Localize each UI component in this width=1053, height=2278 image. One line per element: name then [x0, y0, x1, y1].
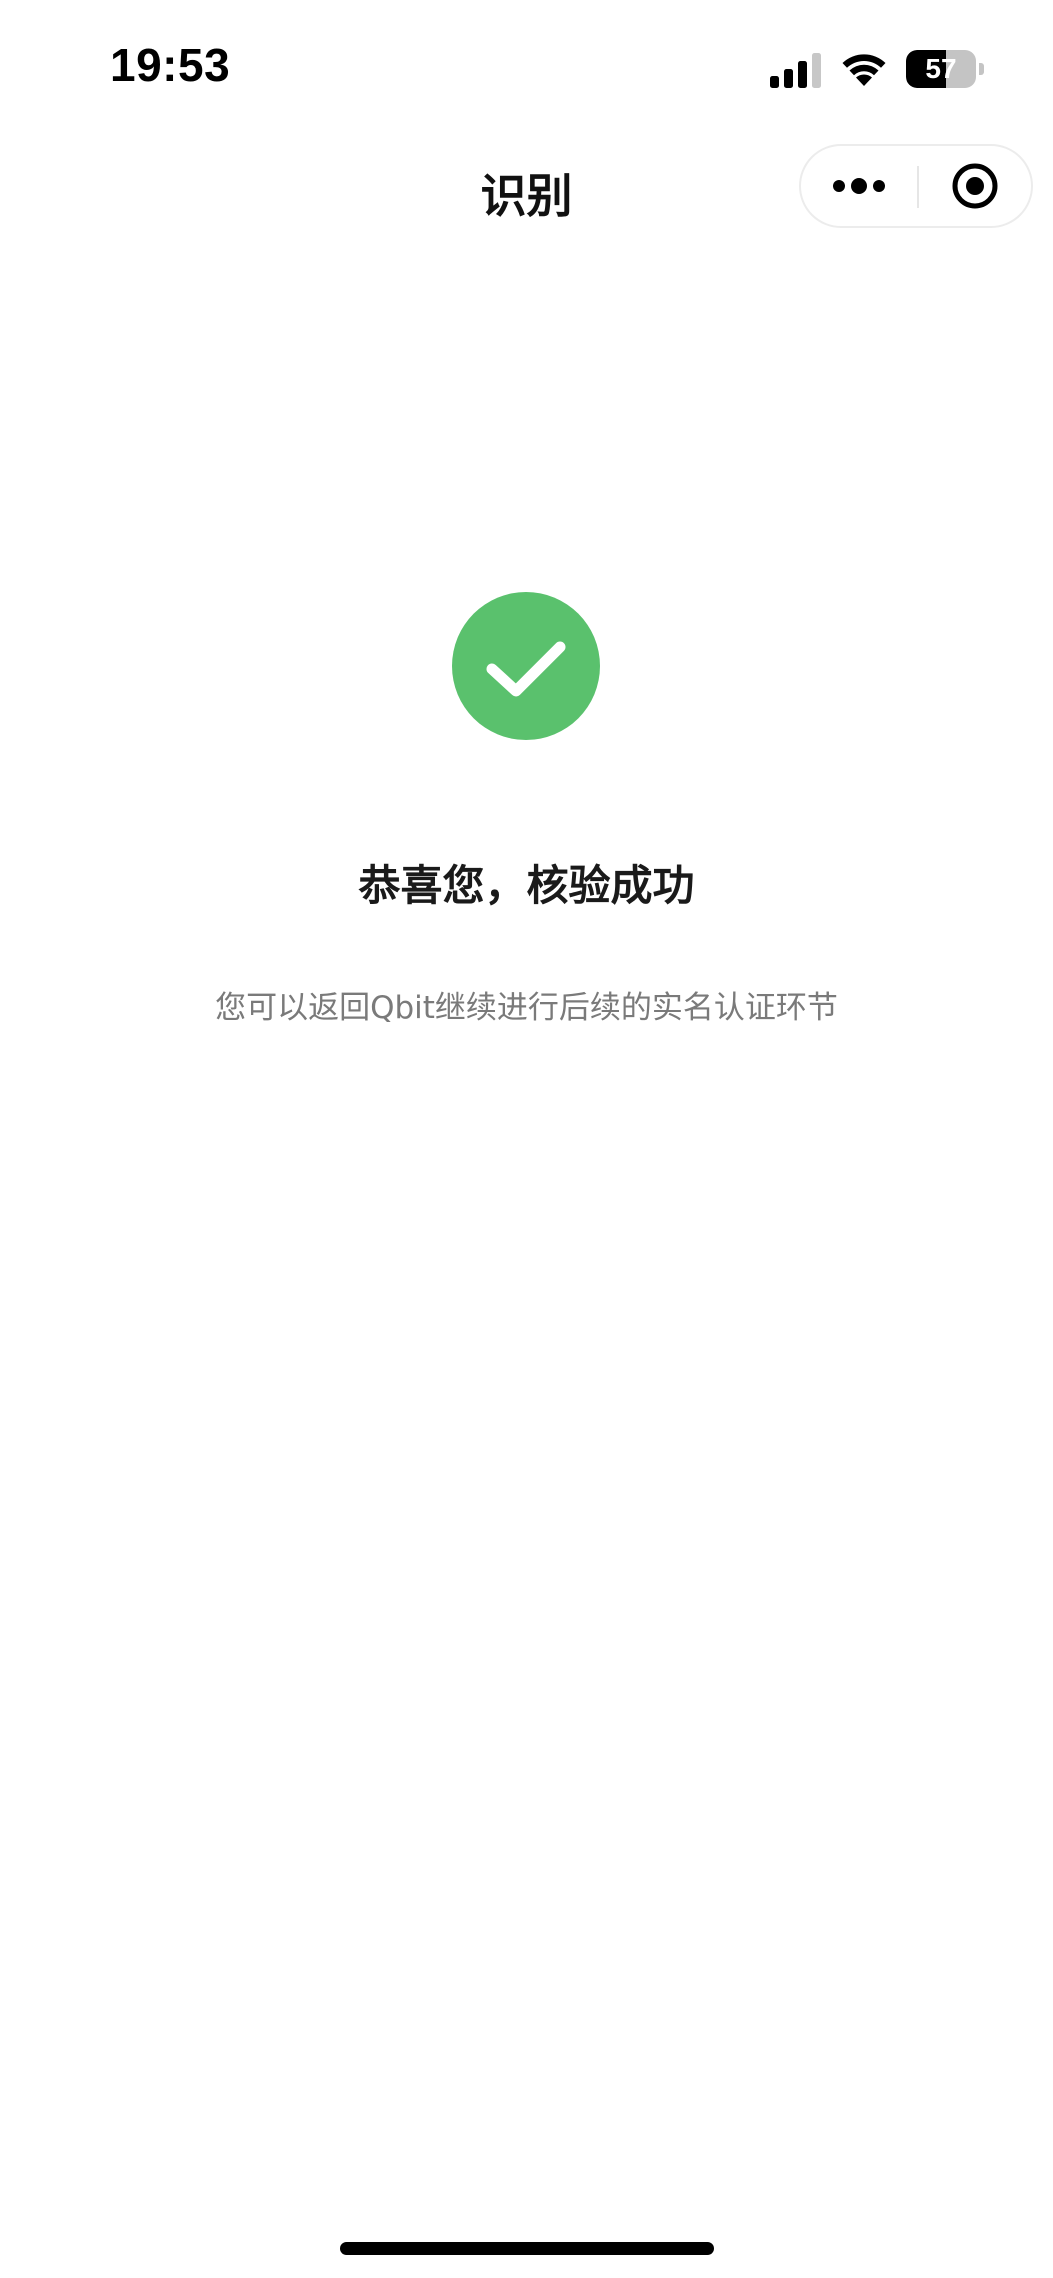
success-title: 恭喜您，核验成功	[358, 861, 695, 910]
more-button[interactable]	[801, 146, 917, 226]
cellular-signal-icon	[770, 53, 821, 88]
home-indicator[interactable]	[340, 2242, 714, 2255]
status-bar: 19:53 57	[0, 0, 1053, 140]
more-dots-icon	[833, 178, 885, 194]
battery-body: 57	[906, 50, 976, 88]
battery-level: 57	[925, 53, 957, 84]
check-circle-icon	[452, 592, 600, 740]
close-button[interactable]	[919, 146, 1031, 226]
status-time: 19:53	[110, 39, 231, 91]
mini-program-capsule	[799, 144, 1033, 228]
nav-bar: 识别	[0, 140, 1053, 250]
wifi-icon	[842, 54, 886, 86]
success-description: 您可以返回Qbit继续进行后续的实名认证环节	[215, 990, 838, 1026]
battery-indicator: 57	[906, 50, 984, 88]
battery-cap	[979, 63, 984, 75]
target-close-icon	[952, 163, 998, 209]
